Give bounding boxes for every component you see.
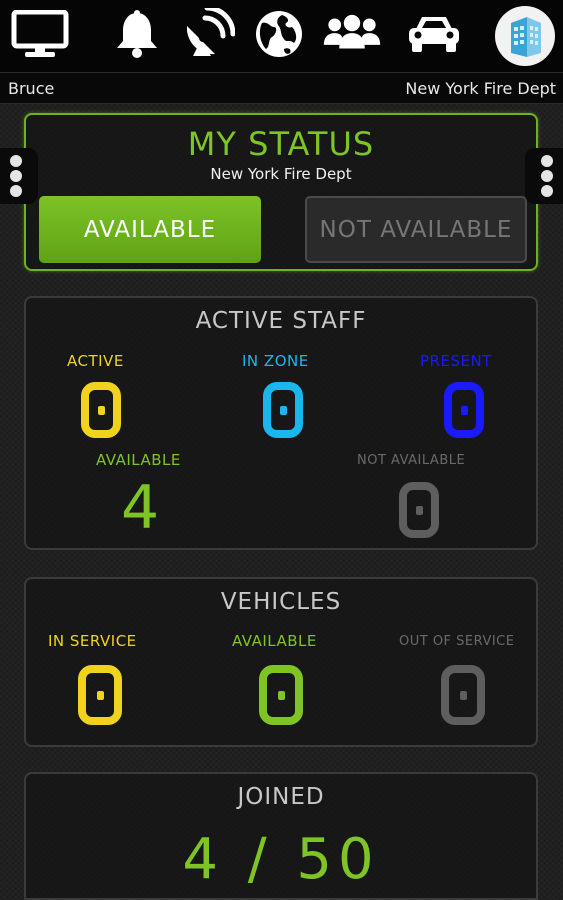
- active-staff-title: ACTIVE STAFF: [195, 308, 367, 334]
- joined-title: JOINED: [237, 784, 325, 810]
- not-available-staff-label: NOT AVAILABLE: [357, 453, 466, 468]
- in-zone-label: IN ZONE: [242, 352, 309, 370]
- active-label: ACTIVE: [67, 352, 124, 370]
- car-icon[interactable]: [404, 6, 464, 62]
- active-staff-panel: ACTIVE STAFF ACTIVE IN ZONE PRESENT AVAI…: [24, 296, 538, 550]
- out-of-service-value[interactable]: [441, 665, 485, 725]
- available-button[interactable]: AVAILABLE: [39, 196, 261, 263]
- left-menu-handle[interactable]: [0, 148, 38, 204]
- active-value[interactable]: [81, 382, 121, 438]
- joined-panel: JOINED 4 / 50: [24, 772, 538, 900]
- satellite-dish-icon[interactable]: [178, 6, 238, 62]
- bell-icon[interactable]: [107, 6, 167, 62]
- out-of-service-label: OUT OF SERVICE: [399, 634, 515, 649]
- in-service-value[interactable]: [78, 665, 122, 725]
- available-staff-label: AVAILABLE: [96, 451, 181, 469]
- right-menu-handle[interactable]: [525, 148, 563, 204]
- building-avatar-icon[interactable]: [495, 6, 555, 66]
- top-nav-bar: [0, 0, 563, 73]
- menu-dot-icon: [10, 170, 22, 182]
- in-zone-value[interactable]: [263, 382, 303, 438]
- my-status-title: MY STATUS: [187, 125, 375, 163]
- my-status-department: New York Fire Dept: [210, 165, 352, 183]
- department-label: New York Fire Dept: [405, 79, 556, 98]
- menu-dot-icon: [541, 185, 553, 197]
- not-available-staff-value[interactable]: [399, 482, 439, 538]
- available-staff-value[interactable]: 4: [121, 478, 159, 538]
- vehicles-panel: VEHICLES IN SERVICE AVAILABLE OUT OF SER…: [24, 577, 538, 747]
- vehicles-available-value[interactable]: [259, 665, 303, 725]
- menu-dot-icon: [10, 155, 22, 167]
- menu-dot-icon: [541, 170, 553, 182]
- in-service-label: IN SERVICE: [48, 632, 137, 650]
- vehicles-available-label: AVAILABLE: [232, 632, 317, 650]
- username-label: Bruce: [8, 79, 55, 98]
- globe-icon[interactable]: [249, 6, 309, 62]
- present-label: PRESENT: [420, 352, 492, 370]
- group-icon[interactable]: [322, 6, 382, 62]
- not-available-button[interactable]: NOT AVAILABLE: [305, 196, 527, 263]
- vehicles-title: VEHICLES: [220, 589, 342, 615]
- monitor-icon[interactable]: [10, 6, 70, 62]
- menu-dot-icon: [541, 155, 553, 167]
- user-info-bar: Bruce New York Fire Dept: [0, 73, 563, 104]
- menu-dot-icon: [10, 185, 22, 197]
- joined-value[interactable]: 4 / 50: [26, 827, 536, 892]
- my-status-panel: MY STATUS New York Fire Dept AVAILABLE N…: [24, 113, 538, 271]
- present-value[interactable]: [444, 382, 484, 438]
